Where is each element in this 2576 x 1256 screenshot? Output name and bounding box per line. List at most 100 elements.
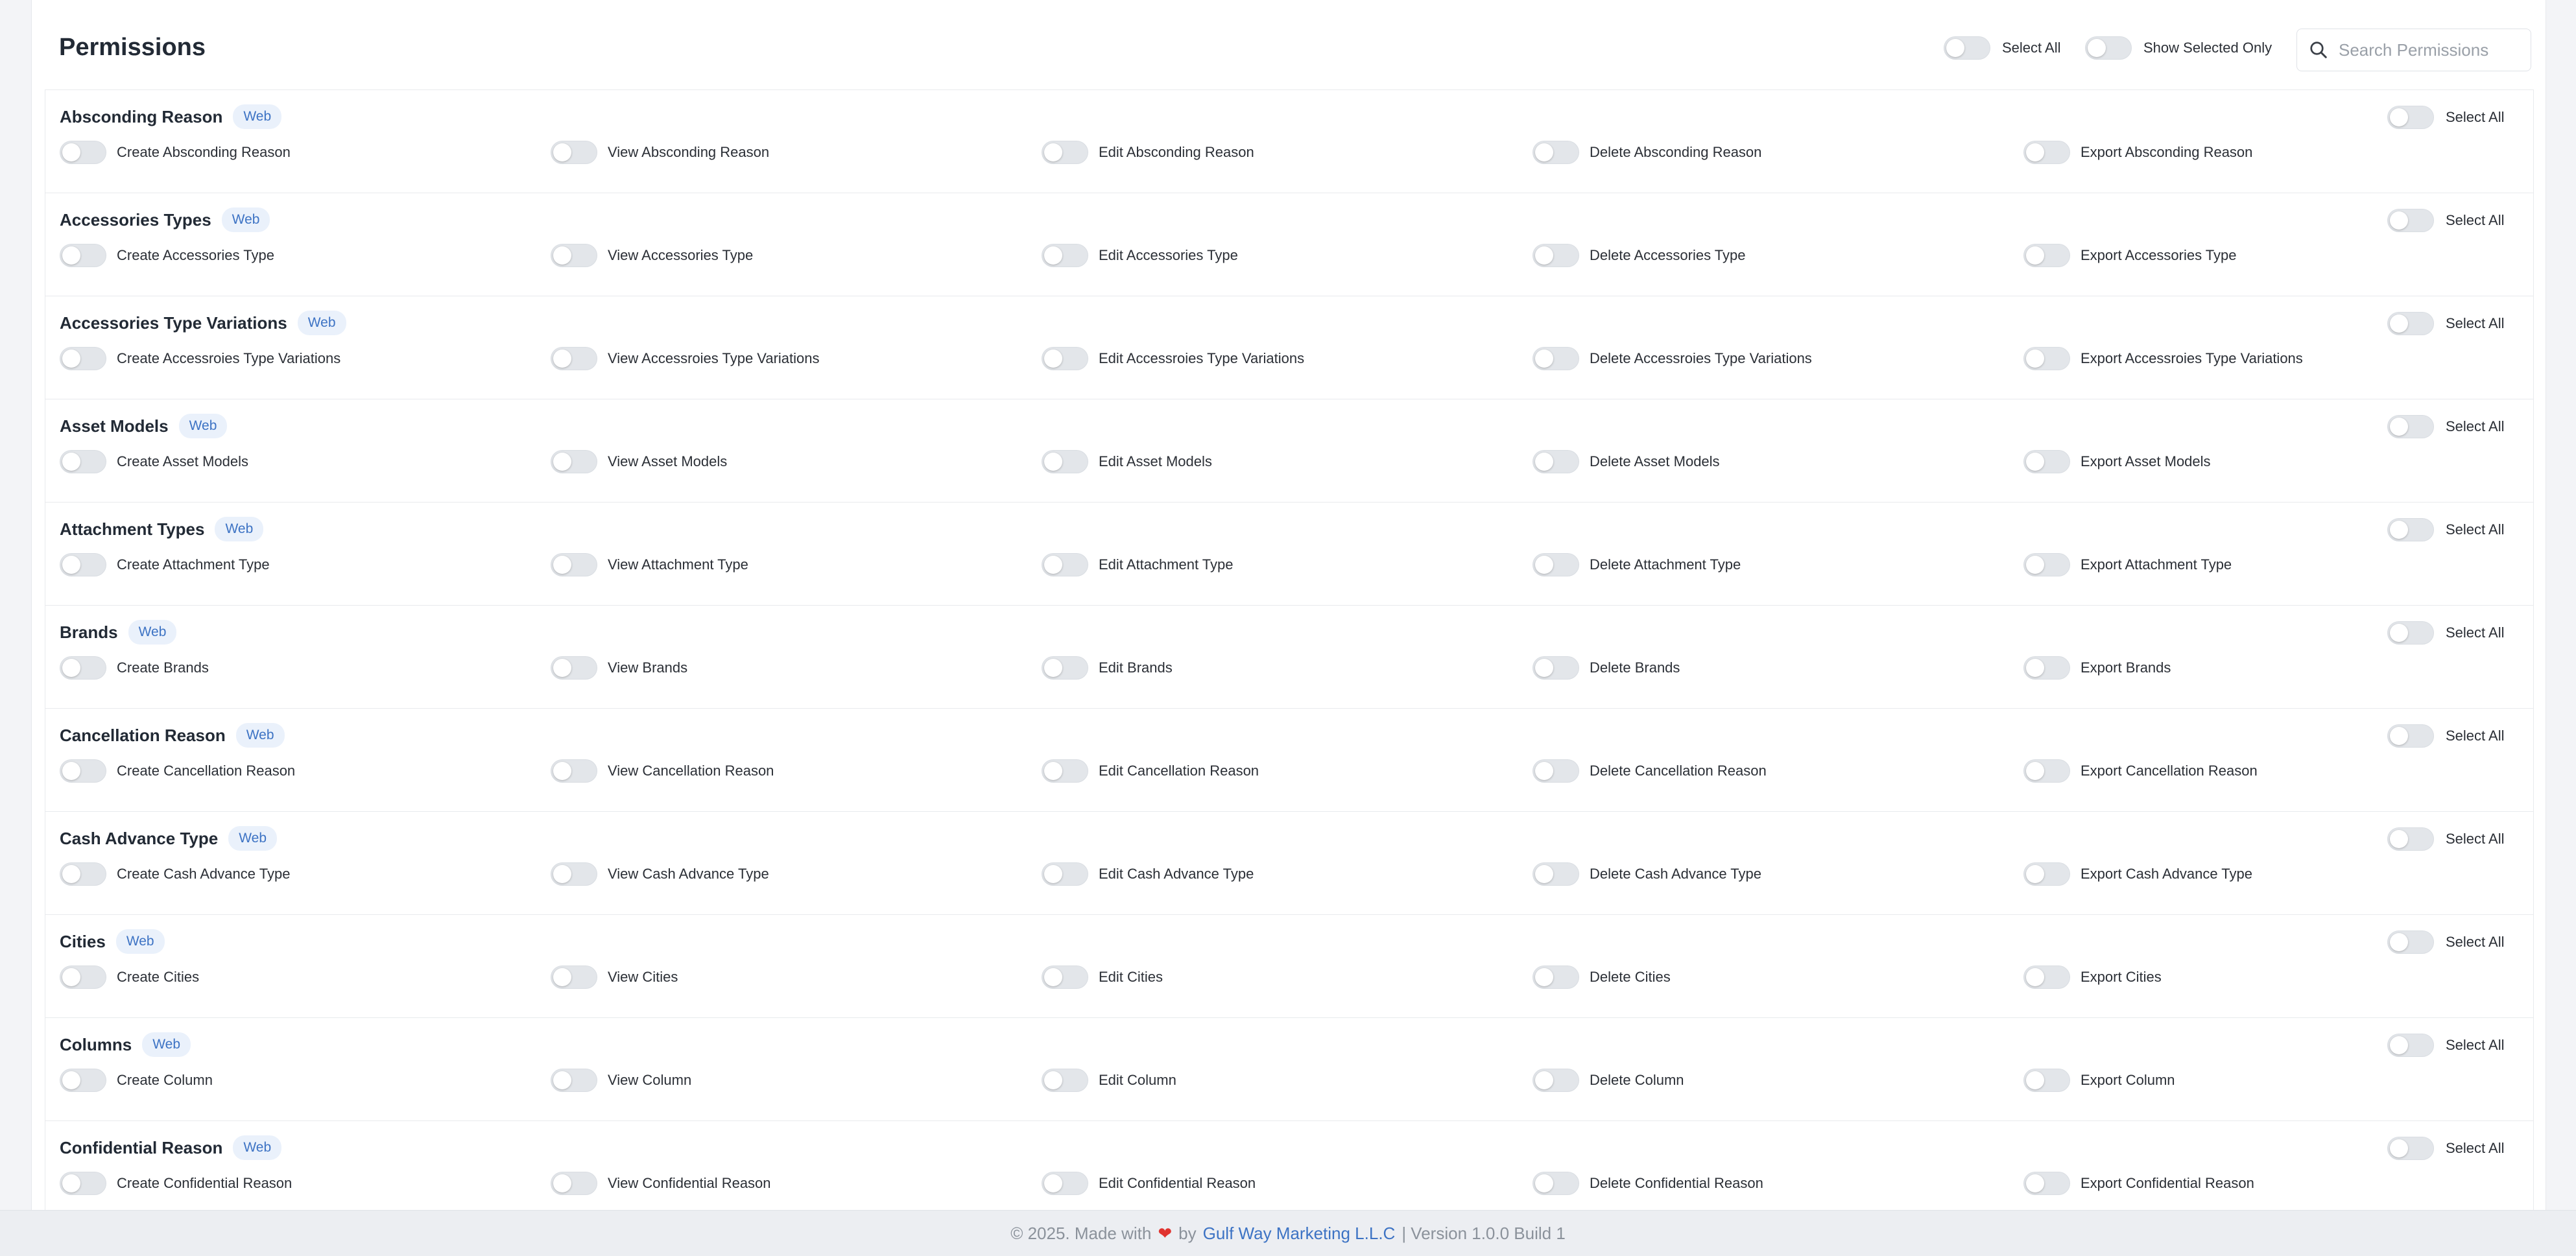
company-link[interactable]: Gulf Way Marketing L.L.C [1203, 1224, 1396, 1244]
permission-item: Create Asset Models [60, 450, 248, 473]
permission-toggle[interactable] [60, 553, 106, 576]
group-select-all-toggle[interactable] [2387, 724, 2434, 748]
permission-toggle[interactable] [2023, 141, 2070, 164]
permission-toggle[interactable] [1532, 553, 1579, 576]
permission-item: Delete Attachment Type [1532, 553, 1741, 576]
select-all-toggle[interactable] [1944, 36, 1990, 60]
permission-toggle[interactable] [60, 141, 106, 164]
permission-toggle[interactable] [60, 244, 106, 267]
permission-group: Accessories Type Variations Web Select All… [45, 296, 2533, 399]
permission-toggle[interactable] [1042, 450, 1088, 473]
permission-toggle[interactable] [551, 553, 597, 576]
permission-label: View Accessroies Type Variations [608, 350, 820, 366]
permission-item: Create Cancellation Reason [60, 759, 295, 783]
permission-toggle[interactable] [60, 347, 106, 370]
permission-toggle[interactable] [1042, 244, 1088, 267]
group-select-all-toggle[interactable] [2387, 827, 2434, 851]
permission-toggle[interactable] [2023, 1172, 2070, 1195]
permission-toggle[interactable] [2023, 347, 2070, 370]
group-select-all-toggle[interactable] [2387, 415, 2434, 438]
permission-toggle[interactable] [551, 141, 597, 164]
permission-toggle[interactable] [1042, 1172, 1088, 1195]
permission-toggle[interactable] [60, 1172, 106, 1195]
permission-toggle[interactable] [551, 1172, 597, 1195]
permission-toggle[interactable] [2023, 966, 2070, 989]
platform-badge: Web [115, 929, 165, 954]
permission-toggle[interactable] [2023, 759, 2070, 783]
group-select-all-toggle[interactable] [2387, 518, 2434, 541]
permission-toggle[interactable] [2023, 553, 2070, 576]
permission-toggle[interactable] [1042, 656, 1088, 680]
permission-toggle[interactable] [1532, 656, 1579, 680]
permission-toggle[interactable] [1532, 1069, 1579, 1092]
permission-toggle[interactable] [60, 656, 106, 680]
group-title-row: Absconding Reason Web [60, 104, 282, 129]
permission-toggle[interactable] [2023, 450, 2070, 473]
permission-item: Edit Brands [1042, 656, 1173, 680]
permission-toggle[interactable] [2023, 244, 2070, 267]
permission-toggle[interactable] [551, 966, 597, 989]
permission-item: Export Brands [2023, 656, 2171, 680]
permission-toggle[interactable] [551, 862, 597, 886]
permission-toggle[interactable] [60, 1069, 106, 1092]
platform-badge: Web [215, 517, 264, 541]
footer-by: by [1178, 1223, 1197, 1243]
permission-toggle[interactable] [2023, 656, 2070, 680]
group-title-row: Accessories Type Variations Web [60, 311, 346, 335]
permission-toggle[interactable] [1532, 450, 1579, 473]
permission-toggle[interactable] [1042, 347, 1088, 370]
group-title: Cities [60, 931, 106, 951]
group-title-row: Cities Web [60, 929, 165, 954]
permission-toggle[interactable] [1042, 553, 1088, 576]
permission-item: Edit Confidential Reason [1042, 1172, 1256, 1195]
permission-toggle[interactable] [60, 450, 106, 473]
permission-toggle[interactable] [1042, 862, 1088, 886]
permission-toggle[interactable] [1532, 759, 1579, 783]
permission-label: Delete Attachment Type [1590, 556, 1741, 573]
permission-toggle[interactable] [1532, 347, 1579, 370]
permission-item: View Attachment Type [551, 553, 748, 576]
search-input[interactable] [2337, 39, 2522, 61]
group-select-all-toggle[interactable] [2387, 209, 2434, 232]
permission-toggle[interactable] [1532, 862, 1579, 886]
group-select-all-toggle[interactable] [2387, 930, 2434, 954]
permission-toggle[interactable] [551, 656, 597, 680]
group-title-row: Asset Models Web [60, 414, 228, 438]
permission-toggle[interactable] [2023, 1069, 2070, 1092]
permission-label: Delete Column [1590, 1072, 1684, 1088]
permission-toggle[interactable] [1532, 141, 1579, 164]
permission-label: Create Cancellation Reason [117, 763, 296, 779]
permission-toggle[interactable] [1042, 759, 1088, 783]
group-select-all-toggle[interactable] [2387, 106, 2434, 129]
permission-item: Edit Accessroies Type Variations [1042, 347, 1304, 370]
permission-label: Edit Brands [1099, 659, 1173, 676]
permission-toggle[interactable] [1042, 1069, 1088, 1092]
permission-toggle[interactable] [551, 759, 597, 783]
group-select-all-toggle[interactable] [2387, 1034, 2434, 1057]
permission-label: Edit Cash Advance Type [1099, 866, 1254, 882]
group-select-all-label: Select All [2446, 624, 2505, 641]
permission-toggle[interactable] [60, 759, 106, 783]
show-selected-toggle[interactable] [2085, 36, 2132, 60]
permission-item: View Cancellation Reason [551, 759, 774, 783]
permission-toggle[interactable] [60, 966, 106, 989]
permission-label: Delete Brands [1590, 659, 1680, 676]
permission-toggle[interactable] [60, 862, 106, 886]
permission-item: View Accessroies Type Variations [551, 347, 820, 370]
permission-toggle[interactable] [1532, 966, 1579, 989]
permission-toggle[interactable] [2023, 862, 2070, 886]
permission-toggle[interactable] [551, 1069, 597, 1092]
permission-toggle[interactable] [551, 244, 597, 267]
group-select-all-toggle[interactable] [2387, 621, 2434, 645]
permission-item: Create Cities [60, 966, 199, 989]
permission-item: Delete Brands [1532, 656, 1680, 680]
permission-toggle[interactable] [1532, 1172, 1579, 1195]
group-select-all-toggle[interactable] [2387, 312, 2434, 335]
permission-toggle[interactable] [1532, 244, 1579, 267]
permission-toggle[interactable] [1042, 966, 1088, 989]
permission-toggle[interactable] [1042, 141, 1088, 164]
permission-item: Edit Absconding Reason [1042, 141, 1254, 164]
permission-toggle[interactable] [551, 347, 597, 370]
group-select-all-toggle[interactable] [2387, 1137, 2434, 1160]
permission-toggle[interactable] [551, 450, 597, 473]
